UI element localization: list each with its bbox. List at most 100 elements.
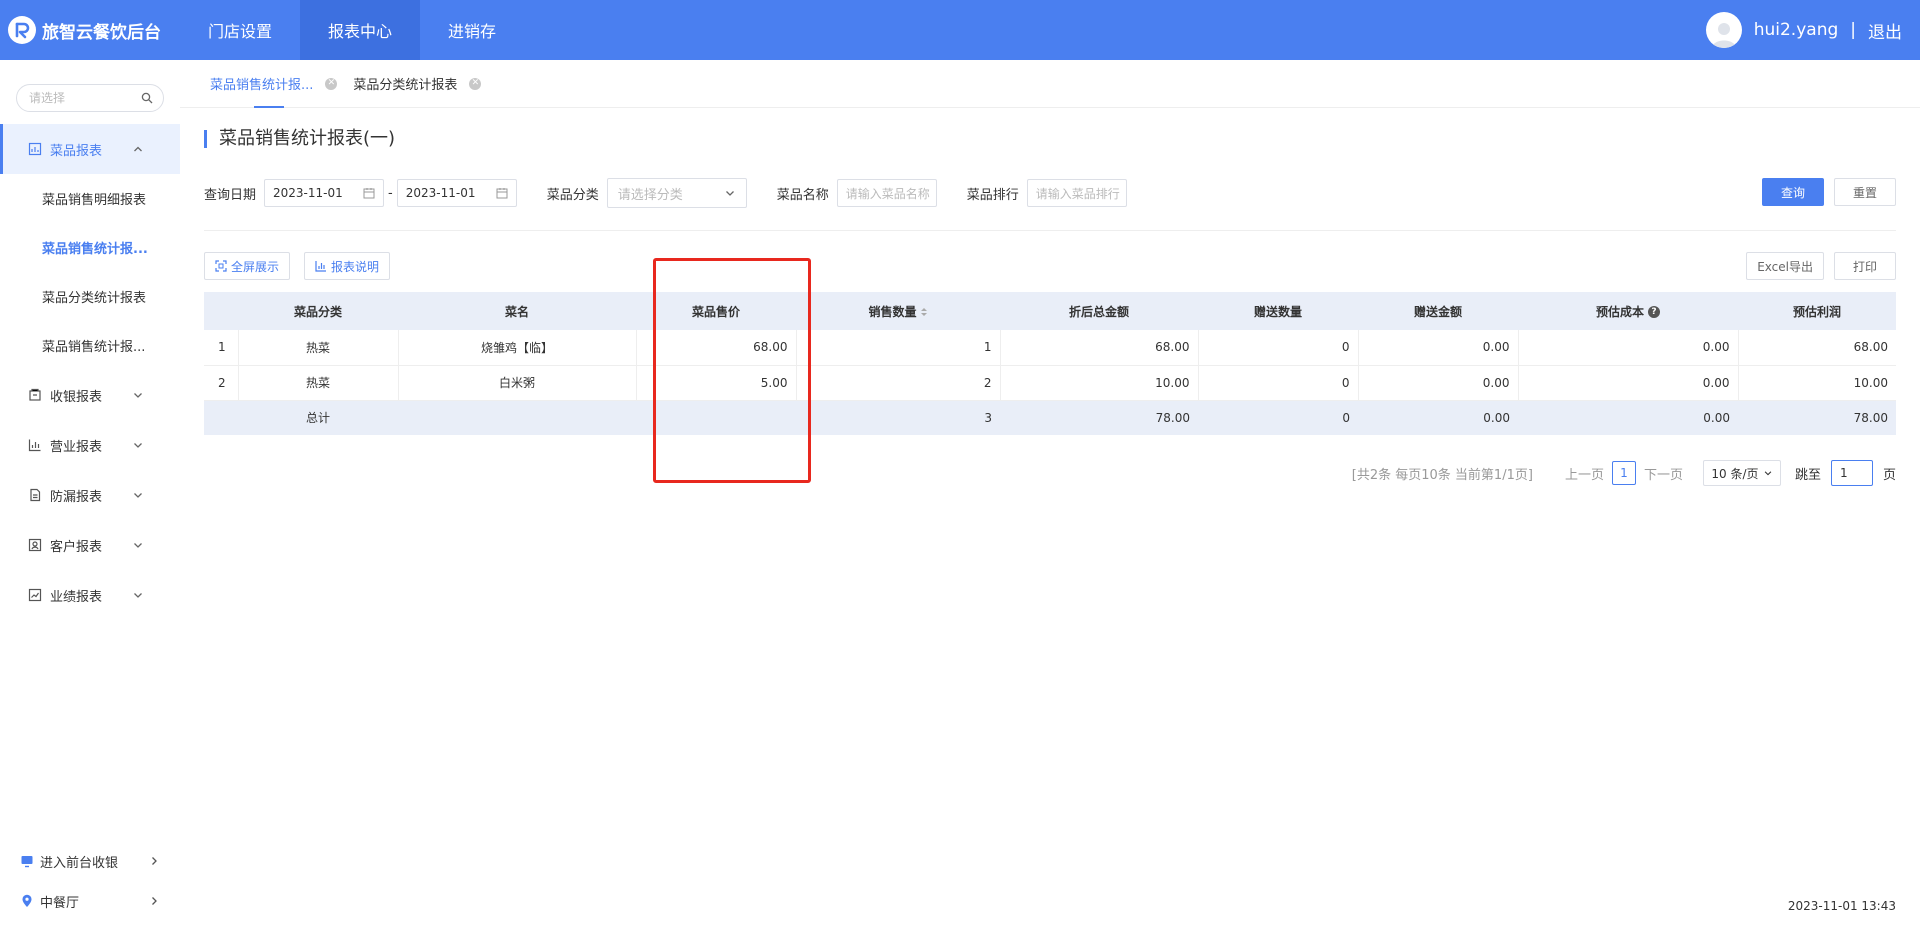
chevron-down-icon: [134, 443, 142, 448]
query-button[interactable]: 查询: [1762, 178, 1824, 206]
menu-cashier-reports[interactable]: 收银报表: [0, 370, 180, 420]
date-from-value: 2023-11-01: [273, 186, 343, 200]
user-separator: |: [1850, 20, 1856, 40]
next-page-button[interactable]: 下一页: [1644, 464, 1683, 483]
sidebar-item-dish-sales-detail[interactable]: 菜品销售明细报表: [0, 174, 180, 223]
row-gift-amount: 0.00: [1358, 365, 1519, 401]
total-price: [636, 400, 796, 435]
menu-dish-reports[interactable]: 菜品报表: [0, 124, 180, 174]
menu-business-reports[interactable]: 营业报表: [0, 420, 180, 470]
header-category: 菜品分类: [238, 292, 398, 330]
header-estimated-profit: 预估利润: [1738, 292, 1896, 330]
tab-label: 菜品分类统计报表: [353, 78, 458, 93]
fullscreen-button[interactable]: 全屏展示: [204, 252, 291, 280]
dish-rank-input[interactable]: 请输入菜品排行: [1026, 179, 1127, 207]
location-pin-icon: [22, 894, 32, 907]
restaurant-switch[interactable]: 中餐厅: [0, 881, 180, 921]
row-price: 68.00: [636, 330, 797, 366]
menu-leak-reports[interactable]: 防漏报表: [0, 470, 180, 520]
dish-name-input[interactable]: 请输入菜品名称: [836, 179, 937, 207]
sidebar-item-dish-sales-stats-2[interactable]: 菜品销售统计报...: [0, 321, 180, 370]
table-row: 1 热菜 烧雏鸡【临】 68.00 1 68.00 0 0.00 0.00 68…: [204, 330, 1896, 366]
total-gift-qty: 0: [1198, 400, 1358, 435]
row-gift-qty: 0: [1198, 330, 1359, 366]
print-button[interactable]: 打印: [1834, 252, 1896, 280]
header-index: [204, 292, 238, 330]
table-row: 2 热菜 白米粥 5.00 2 10.00 0 0.00 0.00 10.00: [204, 365, 1896, 401]
calendar-icon: [363, 188, 375, 199]
header-estimated-cost-label: 预估成本: [1595, 304, 1644, 319]
reset-button[interactable]: 重置: [1834, 178, 1896, 206]
nav-store-settings[interactable]: 门店设置: [180, 0, 300, 60]
header-sales-qty[interactable]: 销售数量: [796, 292, 1000, 330]
help-icon[interactable]: ?: [1648, 306, 1660, 318]
page-title: 菜品销售统计报表(一): [204, 130, 395, 148]
row-price: 5.00: [636, 365, 797, 401]
chevron-down-icon: [134, 593, 142, 598]
excel-export-button[interactable]: Excel导出: [1746, 252, 1824, 280]
fullscreen-icon: [215, 260, 227, 272]
sidebar-search[interactable]: [16, 84, 164, 112]
total-gift-amount: 0.00: [1358, 400, 1518, 435]
page-tabs: 菜品销售统计报... ✕ 菜品分类统计报表 ✕: [180, 60, 1920, 108]
chevron-right-icon: [152, 897, 157, 905]
menu-label: 收银报表: [50, 389, 103, 405]
sort-icon[interactable]: [920, 306, 928, 318]
jump-page-input[interactable]: 1: [1830, 460, 1873, 486]
brand-logo-icon: [8, 16, 36, 44]
header-sales-qty-label: 销售数量: [868, 304, 917, 319]
page-size-select[interactable]: 10 条/页: [1702, 460, 1781, 486]
chevron-up-icon: [134, 146, 142, 152]
sidebar-search-input[interactable]: [29, 91, 141, 105]
logout-link[interactable]: 退出: [1868, 18, 1902, 43]
total-discounted-total: 78.00: [1000, 400, 1198, 435]
page-unit: 页: [1882, 467, 1896, 483]
customer-icon: [28, 538, 42, 552]
main-content: 菜品销售统计报表(一) 查询日期 2023-11-01 - 2023-11-01…: [180, 108, 1920, 931]
sidebar-item-dish-sales-stats[interactable]: 菜品销售统计报...: [0, 223, 180, 272]
menu-label: 业绩报表: [50, 589, 103, 605]
calendar-icon: [496, 188, 508, 199]
user-name[interactable]: hui2.yang: [1754, 20, 1839, 40]
close-icon[interactable]: ✕: [469, 77, 482, 90]
tab-dish-category-stats[interactable]: 菜品分类统计报表 ✕: [353, 60, 482, 108]
total-index: [204, 400, 238, 435]
tab-dish-sales-stats[interactable]: 菜品销售统计报... ✕: [210, 60, 338, 108]
menu-customer-reports[interactable]: 客户报表: [0, 520, 180, 570]
menu-label: 菜品报表: [50, 143, 103, 159]
monitor-icon: [21, 856, 33, 868]
search-icon[interactable]: [141, 92, 153, 104]
avatar[interactable]: [1705, 12, 1742, 48]
prev-page-button[interactable]: 上一页: [1565, 464, 1604, 483]
nav-report-center[interactable]: 报表中心: [300, 0, 421, 60]
close-icon[interactable]: ✕: [325, 77, 338, 90]
date-from-input[interactable]: 2023-11-01: [264, 179, 385, 207]
menu-performance-reports[interactable]: 业绩报表: [0, 570, 180, 620]
date-label: 查询日期: [204, 187, 257, 203]
sidebar-item-dish-category-stats[interactable]: 菜品分类统计报表: [0, 272, 180, 321]
page-size-value: 10 条/页: [1711, 466, 1759, 481]
date-to-value: 2023-11-01: [405, 186, 476, 200]
menu-label: 营业报表: [50, 439, 103, 455]
row-dish-name: 白米粥: [398, 365, 637, 401]
menu-label: 防漏报表: [50, 489, 103, 505]
bar-chart-icon: [315, 261, 326, 272]
nav-inventory[interactable]: 进销存: [420, 0, 524, 60]
date-to-input[interactable]: 2023-11-01: [396, 179, 517, 207]
sidebar: 菜品报表 菜品销售明细报表 菜品销售统计报... 菜品分类统计报表 菜品销售统计…: [0, 60, 180, 931]
page-number-current[interactable]: 1: [1611, 461, 1636, 485]
row-sales-qty: 2: [796, 365, 1001, 401]
table-header-row: 菜品分类 菜名 菜品售价 销售数量 折后总金额 赠送数量 赠送金额 预估成本? …: [204, 292, 1896, 330]
enter-cashier-link[interactable]: 进入前台收银: [0, 841, 180, 881]
divider: [204, 230, 1896, 231]
report-description-button[interactable]: 报表说明: [304, 252, 391, 280]
row-estimated-cost: 0.00: [1518, 330, 1739, 366]
total-dish-name: [398, 400, 636, 435]
enter-cashier-label: 进入前台收银: [40, 855, 119, 871]
dish-rank-label: 菜品排行: [966, 187, 1019, 203]
row-estimated-profit: 68.00: [1738, 330, 1896, 366]
header-gift-qty: 赠送数量: [1198, 292, 1358, 330]
brand[interactable]: 旅智云餐饮后台: [0, 0, 180, 60]
row-gift-qty: 0: [1198, 365, 1359, 401]
category-select[interactable]: 请选择分类: [606, 178, 747, 208]
